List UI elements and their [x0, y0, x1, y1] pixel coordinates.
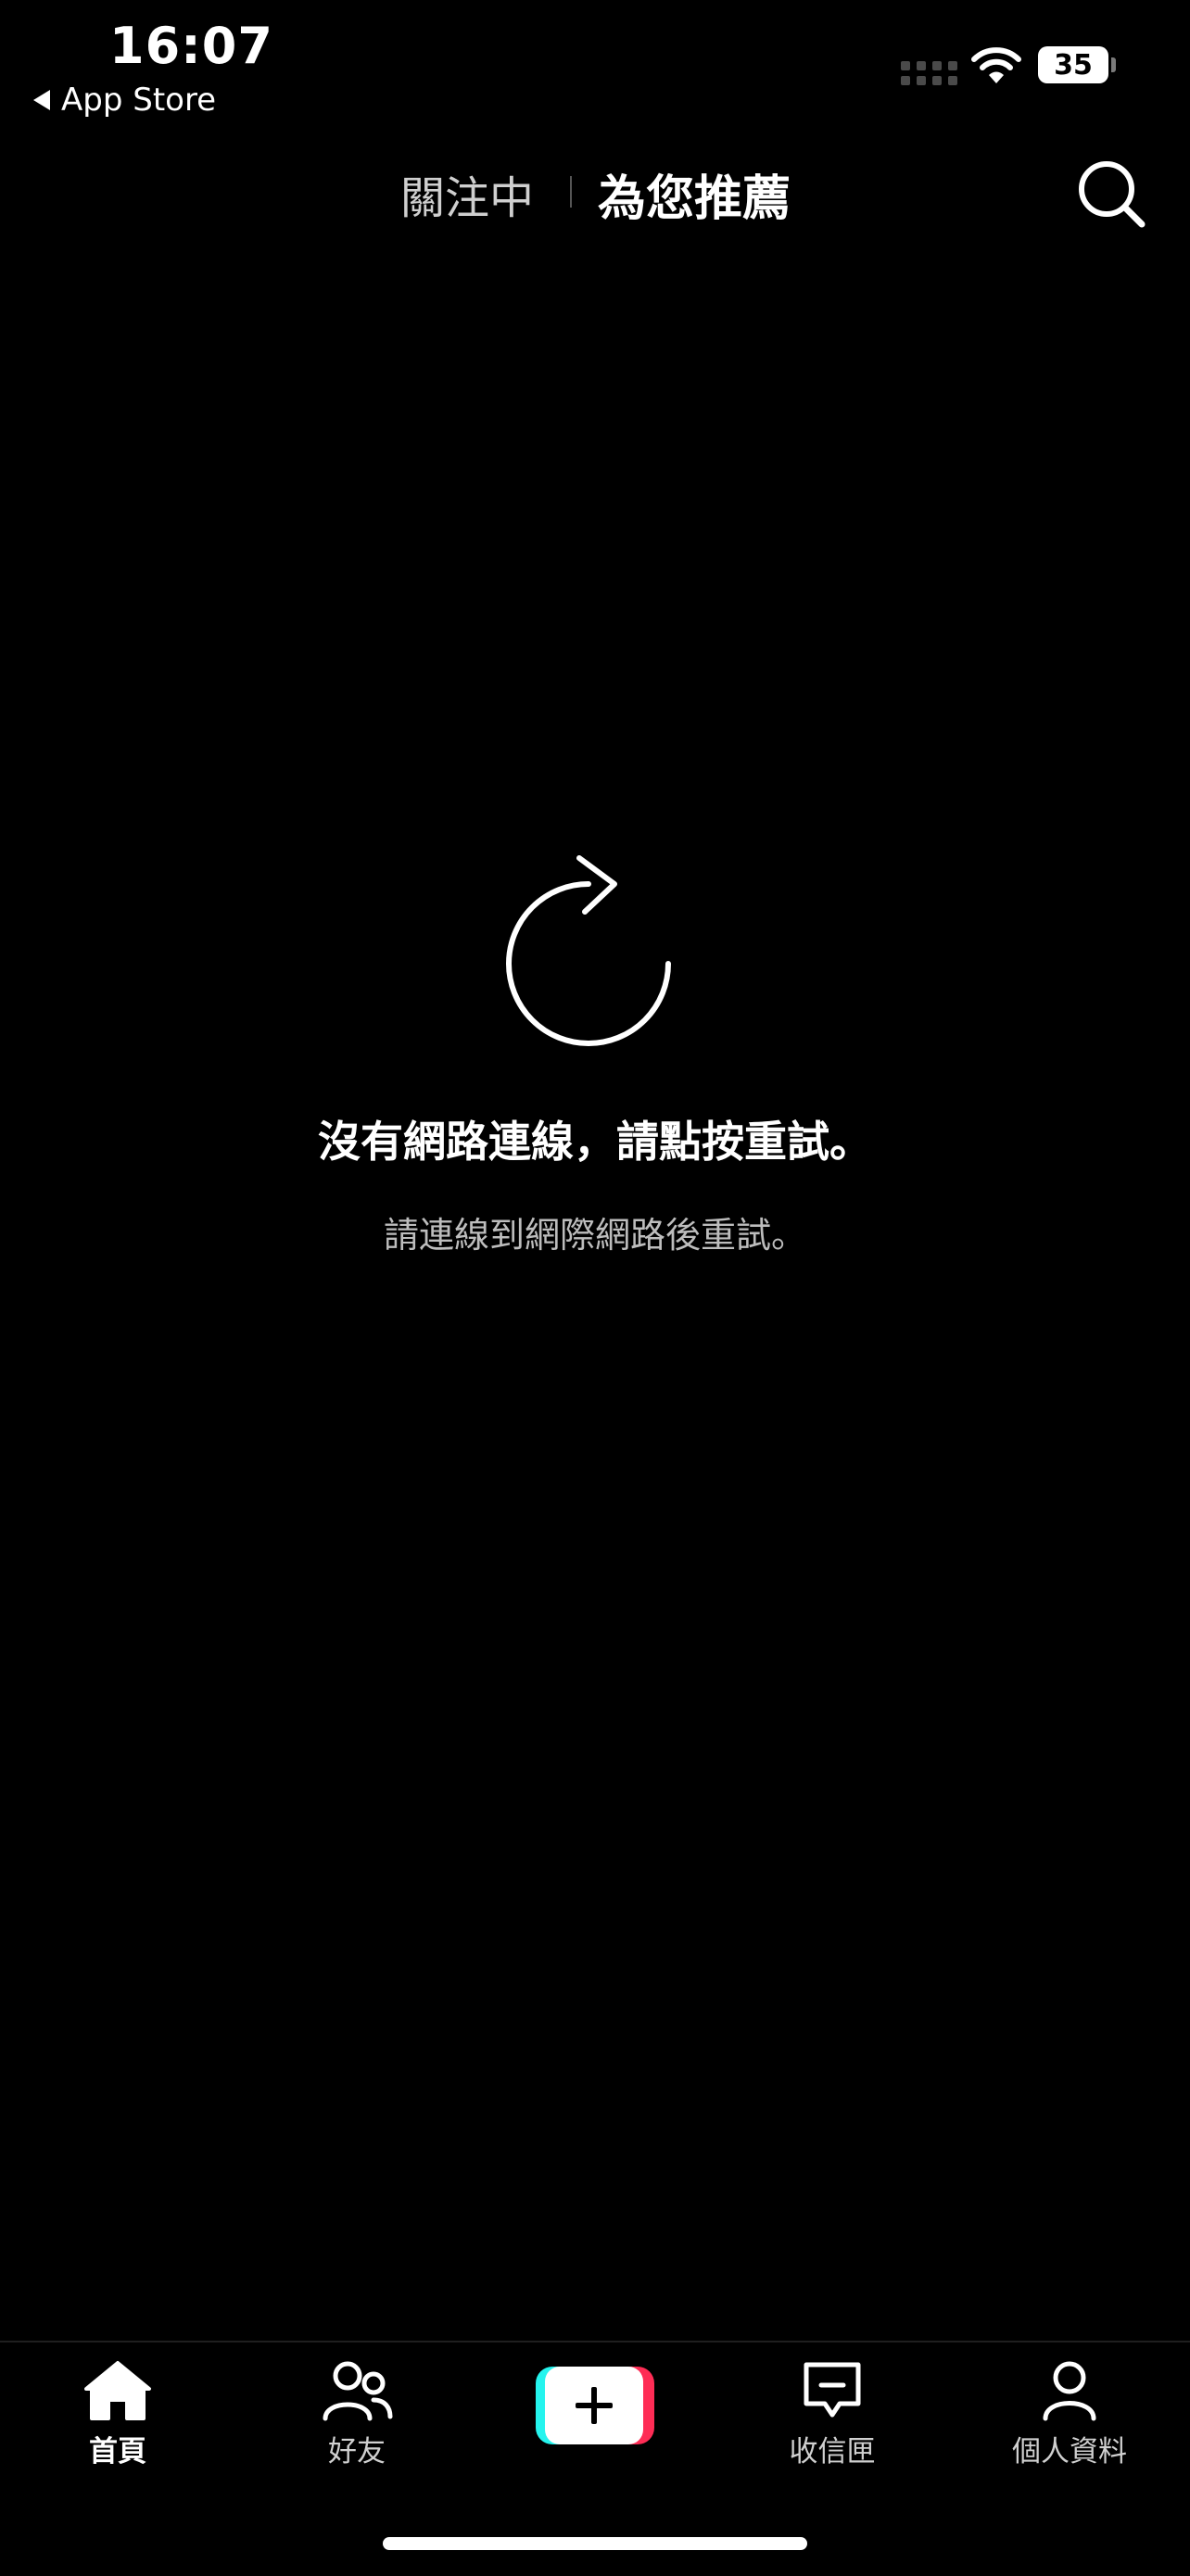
error-title: 沒有網路連線，請點按重試。 [318, 1117, 872, 1167]
back-arrow-icon [33, 90, 50, 110]
home-icon [84, 2361, 151, 2420]
nav-home-label: 首頁 [89, 2435, 146, 2469]
back-app-label: App Store [61, 82, 217, 119]
nav-inbox-label: 收信匣 [789, 2435, 876, 2469]
nav-inbox[interactable]: 收信匣 [749, 2359, 916, 2469]
inbox-icon [804, 2362, 861, 2418]
nav-profile-label: 個人資料 [1012, 2435, 1127, 2469]
status-time: 16:07 [109, 17, 273, 75]
home-indicator[interactable] [383, 2537, 807, 2550]
search-icon[interactable] [1075, 158, 1147, 230]
battery-cap [1111, 57, 1116, 72]
nav-home[interactable]: 首頁 [34, 2359, 201, 2469]
nav-friends-label: 好友 [328, 2435, 386, 2469]
battery-icon: 35 [1038, 46, 1108, 83]
cellular-signal-icon [901, 61, 957, 85]
friends-icon [323, 2361, 393, 2421]
create-button[interactable] [536, 2367, 654, 2444]
tab-divider [570, 176, 572, 208]
back-to-app-link[interactable]: App Store [33, 82, 216, 119]
wifi-icon [971, 47, 1021, 83]
error-subtitle: 請連線到網際網路後重試。 [383, 1215, 806, 1256]
tab-following[interactable]: 關注中 [400, 161, 534, 226]
profile-icon [1043, 2361, 1096, 2421]
tab-for-you[interactable]: 為您推薦 [598, 159, 791, 229]
nav-friends[interactable]: 好友 [273, 2359, 440, 2469]
nav-profile[interactable]: 個人資料 [986, 2359, 1153, 2469]
create-plus-icon [545, 2367, 643, 2444]
reload-icon[interactable] [501, 843, 687, 1056]
